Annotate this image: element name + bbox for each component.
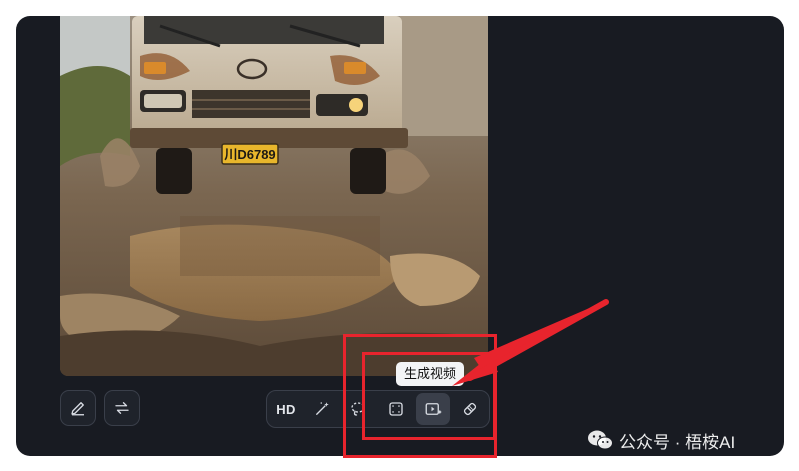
magic-wand-icon [316,402,329,415]
watermark: 公众号 · 梧桉AI [587,428,735,452]
generated-image[interactable]: 川D6789 [60,16,488,376]
magic-edit-button[interactable] [305,393,339,425]
hd-label: HD [276,401,296,417]
annotation-box-inner [362,352,496,440]
watermark-text: 公众号 · 梧桉AI [619,432,736,452]
hd-button[interactable]: HD [269,393,303,425]
license-plate-text: 川D6789 [223,147,275,162]
swap-icon [115,402,129,414]
pencil-icon [71,402,84,416]
regenerate-button[interactable] [104,390,140,426]
truck-photo: 川D6789 [60,16,488,376]
wechat-icon [588,430,613,450]
edit-button[interactable] [60,390,96,426]
